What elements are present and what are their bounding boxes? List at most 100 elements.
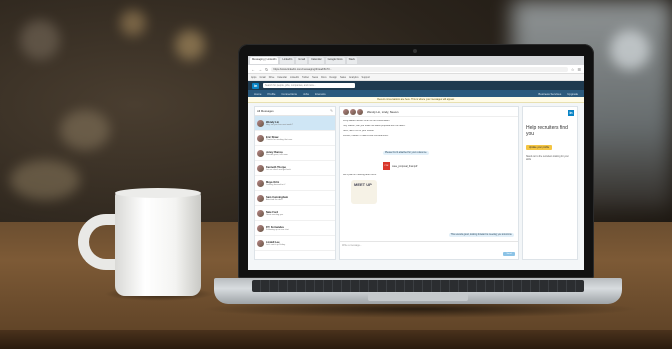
- conv-snippet: Following up on our chat: [266, 228, 289, 231]
- avatar: [257, 224, 264, 232]
- browser-tab[interactable]: Slack: [346, 57, 357, 64]
- laptop-screen: Messaging | LinkedIn LinkedIn Gmail Cale…: [248, 56, 584, 270]
- browser-tab[interactable]: Gmail: [296, 57, 308, 64]
- linkedin-header: in Search for people, jobs, companies, a…: [248, 81, 584, 90]
- url-field[interactable]: https://www.linkedin.com/messaging/threa…: [271, 66, 568, 72]
- meet-up-sticker: MEET UP: [351, 180, 377, 204]
- list-item[interactable]: Sam Cunningham Attached the deck: [255, 191, 335, 206]
- conv-snippet: Let's catch up Friday: [266, 243, 286, 246]
- message-line: Lindy added Steven Chen to the conversat…: [343, 120, 390, 122]
- message-thread: Wendy Lin, Lindy, Steven Lindy added Ste…: [339, 106, 519, 260]
- avatar: [257, 209, 264, 217]
- table-edge: [0, 330, 672, 349]
- nav-connections[interactable]: Connections: [281, 92, 297, 96]
- bookmark[interactable]: News: [312, 76, 318, 79]
- white-coffee-mug: [115, 192, 201, 296]
- laptop-trackpad: [368, 293, 468, 301]
- forward-icon[interactable]: →: [258, 67, 262, 72]
- compose-icon[interactable]: ✎: [330, 109, 333, 113]
- thread-header: Wendy Lin, Lindy, Steven: [340, 107, 518, 117]
- pdf-attachment[interactable]: PDF case_proposal_final.pdf: [383, 162, 515, 170]
- bookmarks-bar: Apps Gmail Drive Calendar LinkedIn Twitt…: [248, 74, 584, 81]
- ad-footer: Stand out to the recruiters looking for …: [526, 156, 569, 161]
- avatar: [257, 194, 264, 202]
- bokeh-light: [20, 20, 60, 60]
- message-bubble: Please find it attached for your referen…: [383, 151, 430, 155]
- menu-icon[interactable]: ☰: [577, 67, 581, 72]
- avatar: [257, 164, 264, 172]
- message-line: Sure, here it is for your review.: [343, 130, 375, 132]
- message-bubble: This sounds good, looking forward to mee…: [448, 233, 514, 237]
- back-icon[interactable]: ←: [251, 67, 255, 72]
- avatar: [257, 239, 264, 247]
- list-item[interactable]: Maya Ortiz Looking forward to it!: [255, 176, 335, 191]
- thread-title: Wendy Lin, Lindy, Steven: [367, 109, 399, 114]
- bokeh-light: [120, 10, 146, 36]
- bookmark[interactable]: Twitter: [302, 76, 309, 79]
- bokeh-light: [60, 110, 110, 150]
- laptop-lid: Messaging | LinkedIn LinkedIn Gmail Cale…: [238, 44, 594, 278]
- nav-upgrade[interactable]: Upgrade: [567, 92, 578, 96]
- bookmark[interactable]: Calendar: [277, 76, 287, 79]
- webcam: [413, 49, 417, 53]
- browser-tab[interactable]: Calendar: [309, 57, 324, 64]
- reload-icon[interactable]: ↻: [265, 67, 268, 72]
- list-item[interactable]: P.T. Fernandes Following up on our chat: [255, 221, 335, 236]
- conv-snippet: Sounds great, talk soon: [266, 153, 288, 156]
- star-icon[interactable]: ☆: [571, 67, 575, 72]
- bookmark[interactable]: Gmail: [259, 76, 265, 79]
- avatar: [257, 134, 264, 142]
- attachment-name: case_proposal_final.pdf: [392, 164, 418, 168]
- linkedin-logo[interactable]: in: [252, 82, 259, 89]
- list-item[interactable]: Lindell Lee Let's catch up Friday: [255, 236, 335, 251]
- list-item[interactable]: Eric Shaw Thanks for sending that over: [255, 131, 335, 146]
- list-item[interactable]: Kenneth Thorpe Let me check and get back: [255, 161, 335, 176]
- conv-snippet: Hey, are you free next week?: [266, 123, 293, 126]
- message-line: Hey Steven, can you share the latest pro…: [343, 125, 406, 127]
- bookmark[interactable]: Support: [362, 76, 370, 79]
- nav-jobs[interactable]: Jobs: [303, 92, 309, 96]
- nav-business-services[interactable]: Business Services: [538, 92, 561, 96]
- messaging-area: All Messages ✎ Wendy Lin Hey, are you fre…: [248, 103, 584, 263]
- thread-body: Lindy added Steven Chen to the conversat…: [340, 117, 518, 241]
- send-button[interactable]: Send: [503, 252, 515, 256]
- laptop-keyboard: [252, 280, 584, 292]
- message-line: Perfect, thanks! I'll take a look this a…: [343, 135, 389, 137]
- ad-button[interactable]: Update your profile: [526, 145, 552, 150]
- compose-placeholder: Write a message...: [342, 244, 362, 247]
- conversation-list-header: All Messages ✎: [255, 107, 335, 116]
- list-title[interactable]: All Messages: [257, 109, 274, 113]
- bookmark[interactable]: Design: [330, 76, 337, 79]
- nav-interests[interactable]: Interests: [315, 92, 326, 96]
- bookmark[interactable]: Docs: [321, 76, 326, 79]
- bookmark[interactable]: Apps: [251, 76, 256, 79]
- conv-snippet: Thanks for sending that over: [266, 138, 293, 141]
- photo-scene: Messaging | LinkedIn LinkedIn Gmail Cale…: [0, 0, 672, 349]
- browser-tab[interactable]: LinkedIn: [280, 57, 295, 64]
- bokeh-light: [610, 30, 650, 70]
- nav-profile[interactable]: Profile: [267, 92, 275, 96]
- bookmark[interactable]: Sales: [340, 76, 346, 79]
- nav-home[interactable]: Home: [254, 92, 261, 96]
- list-item[interactable]: Jenny Ramos Sounds great, talk soon: [255, 146, 335, 161]
- browser-tab-bar: Messaging | LinkedIn LinkedIn Gmail Cale…: [248, 56, 584, 65]
- browser-tab[interactable]: Messaging | LinkedIn: [250, 57, 279, 64]
- avatar: [357, 108, 363, 115]
- avatar: [343, 108, 349, 115]
- ad-headline: Help recruiters find you: [526, 125, 568, 137]
- browser-tab[interactable]: Google Docs: [325, 57, 345, 64]
- linkedin-ad-logo: in: [568, 110, 574, 116]
- search-input[interactable]: Search for people, jobs, companies, and …: [263, 83, 355, 88]
- avatar: [257, 179, 264, 187]
- list-item[interactable]: Nate Ford Great meeting you: [255, 206, 335, 221]
- conv-snippet: Let me check and get back: [266, 168, 291, 171]
- recruiter-ad[interactable]: in Help recruiters find you Update your …: [522, 106, 578, 260]
- bokeh-light: [175, 30, 205, 60]
- bookmark[interactable]: LinkedIn: [290, 76, 299, 79]
- avatar: [257, 119, 264, 127]
- bookmark[interactable]: Analytics: [349, 76, 359, 79]
- list-item[interactable]: Wendy Lin Hey, are you free next week?: [255, 116, 335, 131]
- compose-box[interactable]: Write a message... Send: [340, 241, 518, 259]
- bookmark[interactable]: Drive: [269, 76, 275, 79]
- address-bar: ← → ↻ https://www.linkedin.com/messaging…: [248, 65, 584, 74]
